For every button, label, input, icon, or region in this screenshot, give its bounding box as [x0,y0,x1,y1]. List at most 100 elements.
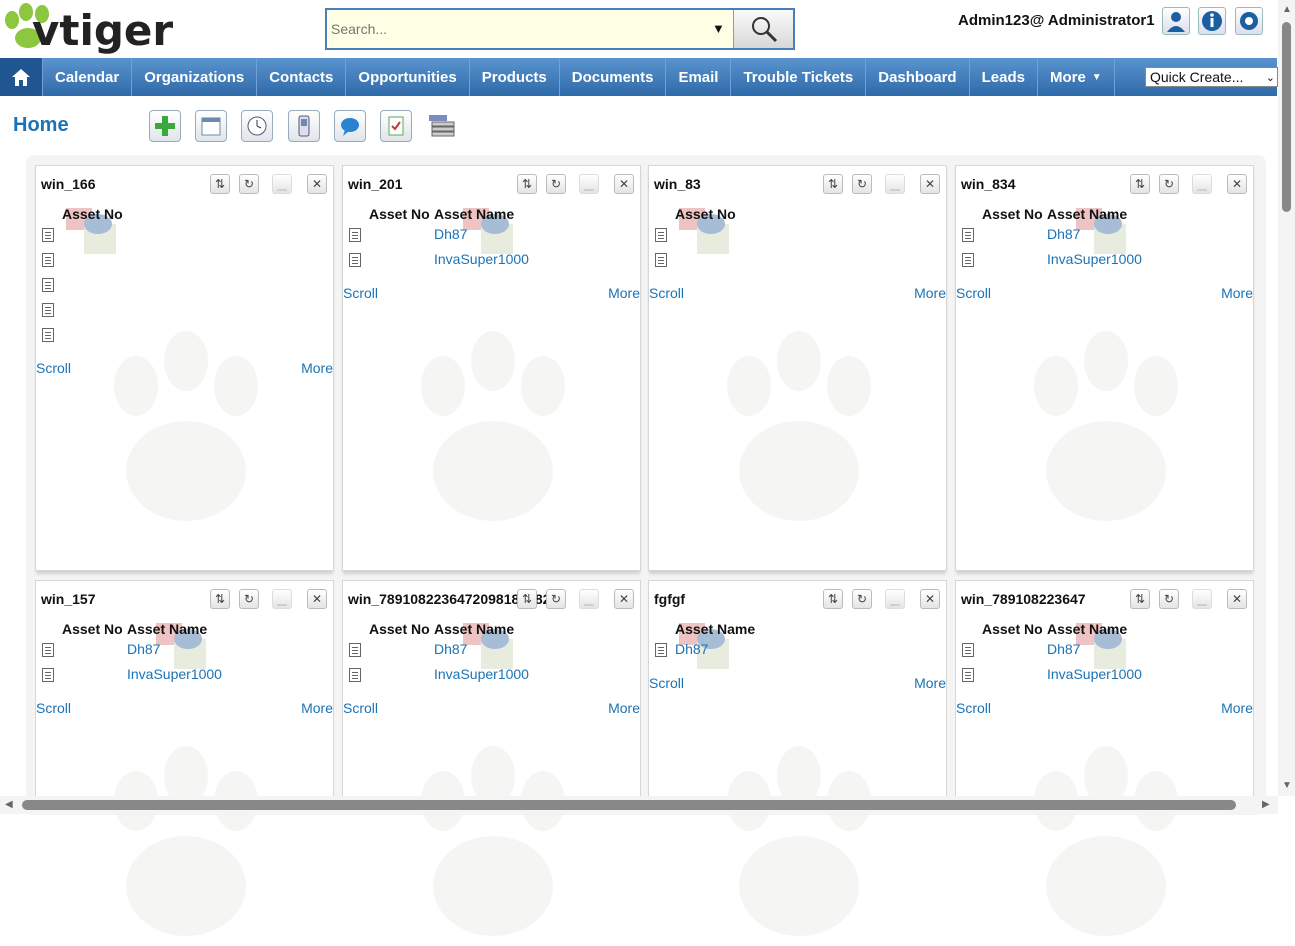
nav-calendar[interactable]: Calendar [43,58,133,96]
search-button[interactable] [733,10,793,48]
document-icon[interactable] [655,228,667,242]
user-label[interactable]: Admin123@ Administrator1 [958,12,1155,29]
add-widget-button[interactable] [149,110,181,142]
document-icon[interactable] [42,668,54,682]
asset-name-link[interactable]: InvaSuper1000 [127,666,222,682]
more-link[interactable]: More [301,700,333,716]
column-header[interactable]: Asset Name [127,621,207,637]
asset-name-link[interactable]: Dh87 [127,641,160,657]
close-button[interactable]: ✕ [1227,174,1247,194]
quick-create-select[interactable]: Quick Create... ⌄ [1145,67,1278,87]
column-header[interactable]: Asset Name [1047,206,1127,222]
column-header[interactable]: Asset Name [434,621,514,637]
column-header[interactable]: Asset No [62,621,123,637]
document-icon[interactable] [42,328,54,342]
scroll-link[interactable]: Scroll [36,360,71,376]
search-dropdown-icon[interactable]: ▼ [712,21,725,36]
more-link[interactable]: More [1221,700,1253,716]
scroll-down-icon[interactable]: ▼ [1282,780,1292,791]
document-icon[interactable] [349,228,361,242]
refresh-button[interactable]: ↻ [546,174,566,194]
close-button[interactable]: ✕ [920,589,940,609]
scroll-right-icon[interactable]: ▶ [1262,799,1270,810]
clock-button[interactable] [241,110,273,142]
nav-home[interactable] [0,58,43,96]
more-link[interactable]: More [1221,285,1253,301]
column-header[interactable]: Asset No [982,206,1043,222]
refresh-button[interactable]: ↻ [546,589,566,609]
scroll-link[interactable]: Scroll [343,700,378,716]
asset-name-link[interactable]: Dh87 [434,641,467,657]
document-icon[interactable] [42,228,54,242]
minimize-button[interactable]: ▁ [1192,174,1212,194]
nav-more[interactable]: More ▼ [1038,58,1115,96]
configure-button[interactable]: ⇅ [823,589,843,609]
asset-name-link[interactable]: Dh87 [1047,226,1080,242]
scroll-link[interactable]: Scroll [956,285,991,301]
document-icon[interactable] [962,668,974,682]
chat-button[interactable] [334,110,366,142]
configure-button[interactable]: ⇅ [210,589,230,609]
document-icon[interactable] [655,253,667,267]
more-link[interactable]: More [608,700,640,716]
close-button[interactable]: ✕ [307,174,327,194]
close-button[interactable]: ✕ [307,589,327,609]
configure-button[interactable]: ⇅ [517,589,537,609]
phone-button[interactable] [288,110,320,142]
nav-documents[interactable]: Documents [560,58,667,96]
minimize-button[interactable]: ▁ [1192,589,1212,609]
asset-name-link[interactable]: Dh87 [434,226,467,242]
scroll-link[interactable]: Scroll [343,285,378,301]
document-icon[interactable] [42,278,54,292]
search-input[interactable] [327,10,732,48]
asset-name-link[interactable]: InvaSuper1000 [1047,251,1142,267]
refresh-button[interactable]: ↻ [852,174,872,194]
nav-leads[interactable]: Leads [970,58,1038,96]
minimize-button[interactable]: ▁ [885,174,905,194]
minimize-button[interactable]: ▁ [272,174,292,194]
info-button[interactable] [1198,7,1226,35]
document-icon[interactable] [962,228,974,242]
column-header[interactable]: Asset Name [675,621,755,637]
nav-products[interactable]: Products [470,58,560,96]
scroll-link[interactable]: Scroll [36,700,71,716]
todo-button[interactable] [380,110,412,142]
refresh-button[interactable]: ↻ [239,174,259,194]
configure-button[interactable]: ⇅ [517,174,537,194]
document-icon[interactable] [655,643,667,657]
vertical-scroll-thumb[interactable] [1282,22,1291,212]
more-link[interactable]: More [914,285,946,301]
column-header[interactable]: Asset No [982,621,1043,637]
refresh-button[interactable]: ↻ [852,589,872,609]
more-link[interactable]: More [914,675,946,691]
document-icon[interactable] [349,253,361,267]
column-header[interactable]: Asset No [369,621,430,637]
horizontal-scrollbar[interactable]: ◀ ▶ [0,796,1278,814]
document-icon[interactable] [42,253,54,267]
vertical-scrollbar[interactable]: ▲ ▼ [1278,0,1295,796]
document-icon[interactable] [349,668,361,682]
asset-name-link[interactable]: Dh87 [675,641,708,657]
nav-trouble-tickets[interactable]: Trouble Tickets [731,58,867,96]
refresh-button[interactable]: ↻ [1159,589,1179,609]
minimize-button[interactable]: ▁ [579,589,599,609]
asset-name-link[interactable]: Dh87 [1047,641,1080,657]
close-button[interactable]: ✕ [614,589,634,609]
nav-contacts[interactable]: Contacts [257,58,347,96]
close-button[interactable]: ✕ [1227,589,1247,609]
document-icon[interactable] [349,643,361,657]
document-icon[interactable] [962,253,974,267]
scroll-left-icon[interactable]: ◀ [5,799,13,810]
scroll-link[interactable]: Scroll [649,675,684,691]
nav-organizations[interactable]: Organizations [132,58,258,96]
document-icon[interactable] [962,643,974,657]
vtiger-logo[interactable]: vtiger [2,0,207,58]
configure-button[interactable]: ⇅ [210,174,230,194]
scroll-link[interactable]: Scroll [649,285,684,301]
nav-dashboard[interactable]: Dashboard [866,58,970,96]
scroll-link[interactable]: Scroll [956,700,991,716]
settings-button[interactable] [1235,7,1263,35]
minimize-button[interactable]: ▁ [272,589,292,609]
horizontal-scroll-thumb[interactable] [22,800,1236,810]
scroll-up-icon[interactable]: ▲ [1282,4,1292,15]
